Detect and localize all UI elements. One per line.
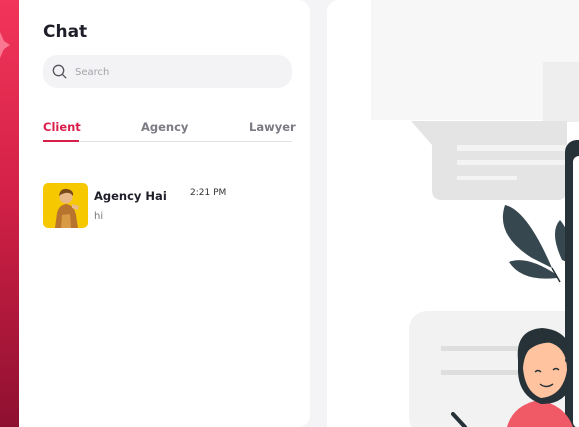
page-title: Chat [43, 22, 88, 42]
search-icon [52, 64, 67, 79]
conversation-name: Agency Hai [94, 189, 167, 203]
avatar [43, 183, 88, 228]
conversation-preview: hi [94, 211, 104, 222]
sidebar-rail [0, 0, 19, 427]
active-tab-indicator [43, 140, 79, 142]
search-box[interactable] [43, 55, 292, 88]
empty-chat-illustration [371, 0, 579, 427]
search-input[interactable] [73, 62, 277, 83]
chat-window [327, 0, 579, 427]
tab-client[interactable]: Client [43, 120, 81, 134]
conversation-time: 2:21 PM [190, 188, 227, 198]
conversation-item[interactable]: Agency Hai 2:21 PM hi [43, 183, 293, 229]
chat-list-panel: Chat Client Agency Lawyer Agency Hai 2:2… [19, 0, 310, 427]
chat-tabs: Client Agency Lawyer [43, 118, 296, 142]
tab-lawyer[interactable]: Lawyer [249, 120, 296, 134]
logo-icon[interactable] [0, 30, 10, 60]
tab-agency[interactable]: Agency [141, 120, 188, 134]
